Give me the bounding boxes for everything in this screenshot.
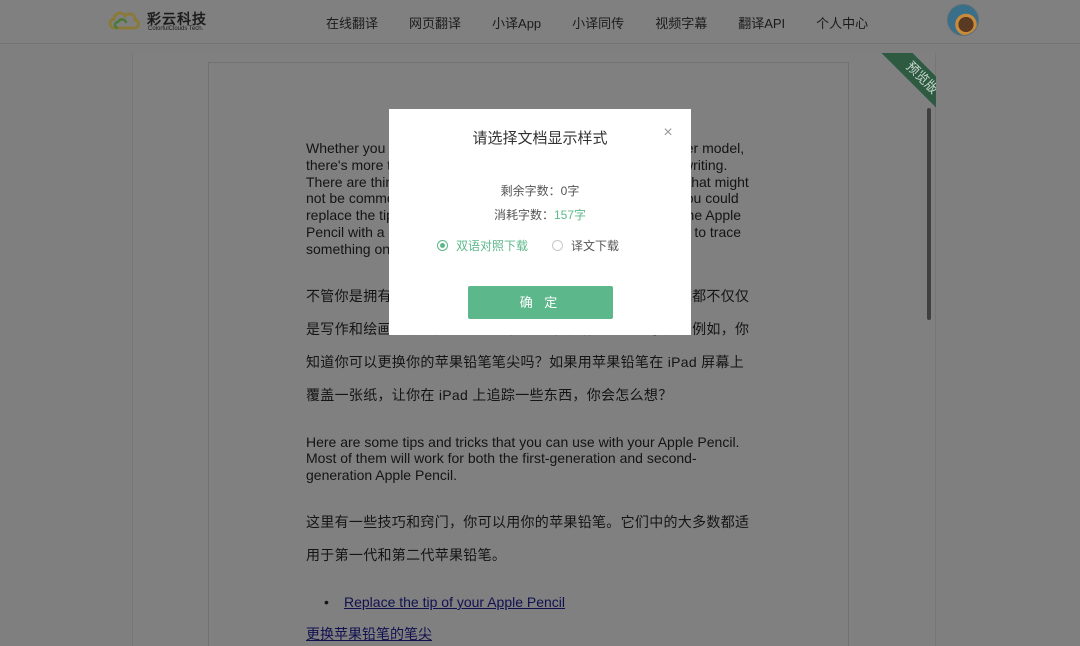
close-icon[interactable]: × — [661, 125, 675, 141]
preview-ribbon-label: 预览版 — [878, 53, 936, 111]
nav-user-center[interactable]: 个人中心 — [816, 13, 868, 32]
dialog-title: 请选择文档显示样式 — [472, 130, 608, 147]
nav-simultaneous[interactable]: 小译同传 — [572, 13, 624, 32]
avatar[interactable] — [947, 4, 979, 36]
paragraph-en-2: Here are some tips and tricks that you c… — [306, 433, 740, 484]
consumed-value: 157字 — [553, 208, 587, 222]
cloud-logo-icon — [108, 11, 141, 30]
radio-translation-download[interactable]: 译文下载 — [552, 237, 619, 253]
radio-unchecked-icon[interactable] — [552, 239, 563, 251]
remaining-label: 剩余字数： — [500, 184, 561, 198]
nav-video-subtitles[interactable]: 视频字幕 — [655, 13, 707, 32]
display-style-dialog: 请选择文档显示样式 × 剩余字数：0字 消耗字数：157字 双语对照下载 译文下… — [389, 109, 691, 335]
nav-web-translate[interactable]: 网页翻译 — [409, 13, 461, 32]
tip-link[interactable]: Replace the tip of your Apple Pencil — [344, 594, 565, 610]
top-nav-bar: 彩云科技 ColorfulClouds Tech. 在线翻译 网页翻译 小译Ap… — [0, 0, 1080, 44]
preview-ribbon: 预览版 — [878, 53, 936, 111]
confirm-button[interactable]: 确 定 — [468, 286, 613, 319]
nav-app[interactable]: 小译App — [492, 13, 541, 32]
logo[interactable]: 彩云科技 ColorfulClouds Tech. — [106, 6, 216, 36]
logo-subtitle: ColorfulClouds Tech. — [148, 26, 204, 32]
scrollbar-thumb[interactable] — [927, 108, 931, 320]
radio-bilingual-download[interactable]: 双语对照下载 — [437, 237, 528, 253]
radio-bilingual-label[interactable]: 双语对照下载 — [456, 237, 528, 254]
nav-translate-api[interactable]: 翻译API — [738, 13, 785, 32]
consumed-chars: 消耗字数：157字 — [389, 206, 691, 223]
radio-checked-icon[interactable] — [437, 239, 448, 251]
nav-online-translate[interactable]: 在线翻译 — [326, 13, 378, 32]
main-nav: 在线翻译 网页翻译 小译App 小译同传 视频字幕 翻译API 个人中心 — [326, 0, 899, 44]
paragraph-zh-2: 这里有一些技巧和窍门，你可以用你的苹果铅笔。它们中的大多数都适用于第一代和第二代… — [306, 513, 750, 563]
remaining-chars: 剩余字数：0字 — [389, 182, 691, 199]
tip-link-zh[interactable]: 更换苹果铅笔的笔尖 — [306, 625, 751, 643]
remaining-value: 0字 — [560, 184, 580, 198]
radio-translation-label[interactable]: 译文下载 — [571, 237, 619, 254]
consumed-label: 消耗字数： — [493, 208, 554, 222]
list-item: Replace the tip of your Apple Pencil — [306, 594, 751, 611]
